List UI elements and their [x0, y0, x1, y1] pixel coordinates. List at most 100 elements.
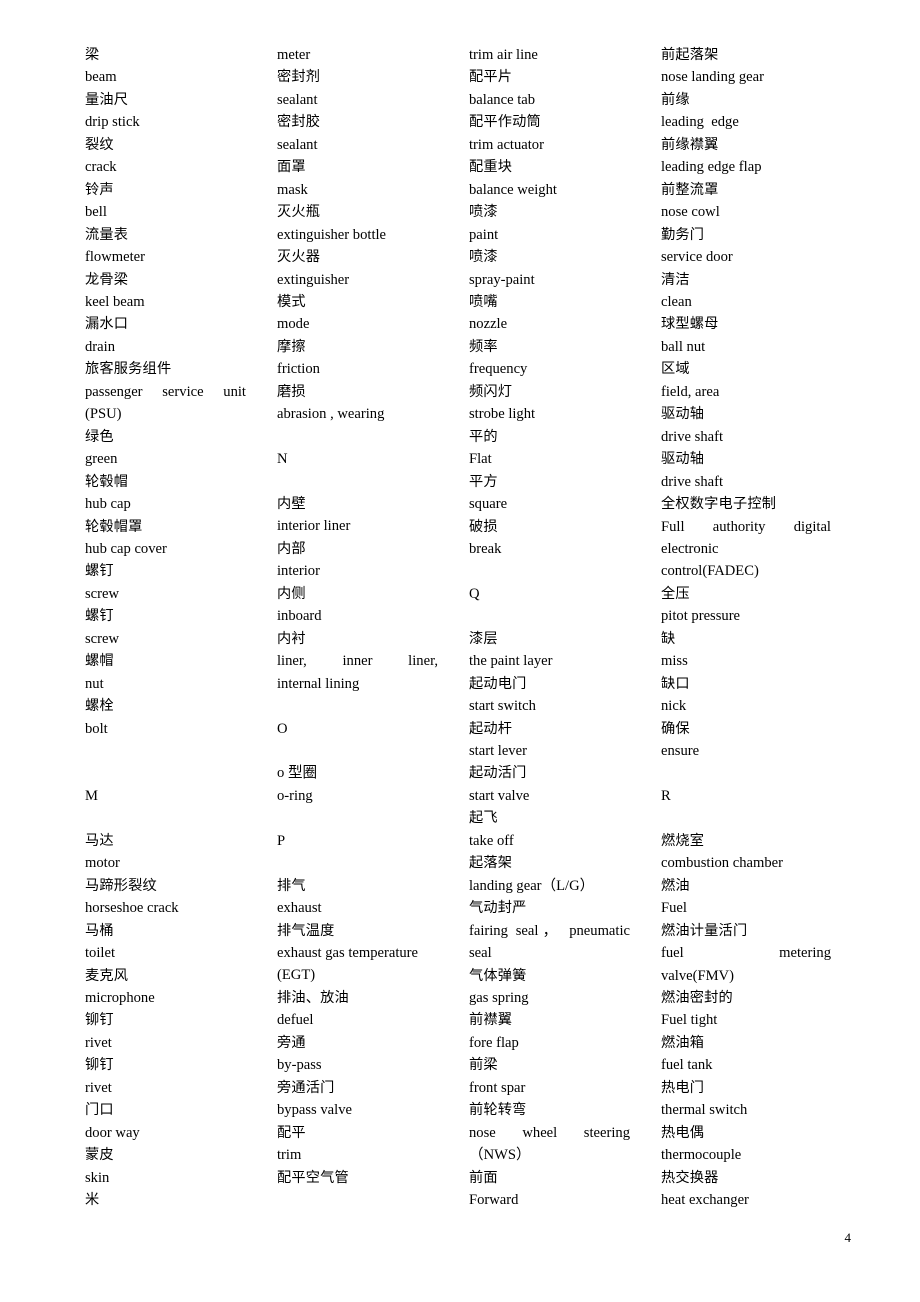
glossary-entry: 旁通活门	[277, 1077, 438, 1099]
term-english: heat exchanger	[661, 1192, 749, 1209]
glossary-entry: nose landing gear	[661, 66, 831, 88]
glossary-entry: leading edge flap	[661, 156, 831, 178]
glossary-entry: green	[85, 448, 246, 470]
glossary-entry: by-pass	[277, 1054, 438, 1076]
term-english: Forward	[469, 1192, 519, 1209]
term-english: Flat	[469, 451, 492, 468]
glossary-entry: 平的	[469, 426, 630, 448]
term-chinese: 配平空气管	[277, 1169, 349, 1186]
section-letter-heading: N	[277, 451, 288, 468]
term-english: nut	[85, 675, 104, 692]
term-chinese: 热电门	[661, 1079, 705, 1096]
glossary-entry: thermocouple	[661, 1144, 831, 1166]
term-chinese: 漆层	[469, 630, 498, 647]
vertical-spacer	[277, 807, 438, 829]
section-letter-heading: O	[277, 720, 288, 737]
term-english: Fuel	[661, 900, 687, 917]
term-english: mode	[277, 316, 310, 333]
glossary-entry: 前轮转弯	[469, 1099, 630, 1121]
term-english: abrasion , wearing	[277, 406, 385, 423]
term-english: Fuel tight	[661, 1012, 718, 1029]
term-chinese: 前轮转弯	[469, 1102, 527, 1119]
glossary-entry: 内衬	[277, 628, 438, 650]
term-chinese: 频率	[469, 338, 498, 355]
term-english: extinguisher bottle	[277, 226, 387, 243]
term-chinese: 配平作动筒	[469, 114, 541, 131]
term-chinese: 旅客服务组件	[85, 361, 172, 378]
glossary-entry: 轮毂帽罩	[85, 516, 246, 538]
glossary-entry: 螺钉	[85, 605, 246, 627]
vertical-spacer	[85, 740, 246, 762]
glossary-entry: 起动杆	[469, 718, 630, 740]
term-english: o-ring	[277, 787, 313, 804]
glossary-entry: 轮毂帽	[85, 471, 246, 493]
glossary-entry: mask	[277, 179, 438, 201]
glossary-entry: 磨损	[277, 381, 438, 403]
vertical-spacer	[277, 740, 438, 762]
term-chinese: 平方	[469, 473, 498, 490]
glossary-entry: sealant	[277, 134, 438, 156]
glossary-entry: motor	[85, 852, 246, 874]
term-english: rivet	[85, 1079, 112, 1096]
vertical-spacer	[277, 852, 438, 874]
glossary-entry: strobe light	[469, 403, 630, 425]
glossary-entry: fuel tank	[661, 1054, 831, 1076]
term-english: ensure	[661, 743, 700, 760]
term-chinese: 气体弹簧	[469, 967, 527, 984]
term-chinese: 球型螺母	[661, 316, 719, 333]
term-chinese: 梁	[85, 47, 100, 63]
term-english: control(FADEC)	[661, 563, 759, 580]
glossary-entry: 燃油计量活门	[661, 920, 831, 942]
term-english: fuel metering	[661, 945, 831, 962]
glossary-entry: 蒙皮	[85, 1144, 246, 1166]
glossary-columns: 梁 beam 量油尺 drip stick 裂纹 crack 铃声 bell 流量表 flowme…	[85, 44, 851, 1212]
glossary-entry: o-ring	[277, 785, 438, 807]
glossary-entry: screw	[85, 628, 246, 650]
glossary-entry: 灭火瓶	[277, 201, 438, 223]
term-english: microphone	[85, 989, 155, 1006]
term-chinese: 破损	[469, 518, 498, 535]
glossary-entry: 破损	[469, 516, 630, 538]
term-english: rivet	[85, 1034, 112, 1051]
term-chinese: 流量表	[85, 226, 129, 243]
term-english: motor	[85, 855, 120, 872]
glossary-entry: 龙骨梁	[85, 269, 246, 291]
glossary-entry: 配平片	[469, 66, 630, 88]
glossary-entry: 驱动轴	[661, 448, 831, 470]
term-english: exhaust	[277, 900, 322, 917]
glossary-entry: toilet	[85, 942, 246, 964]
term-english: (PSU)	[85, 406, 122, 423]
glossary-entry: fore flap	[469, 1032, 630, 1054]
glossary-entry: bolt	[85, 718, 246, 740]
vertical-spacer	[469, 560, 630, 582]
term-english: paint	[469, 226, 499, 243]
term-english: fore flap	[469, 1034, 519, 1051]
glossary-entry: 马达	[85, 830, 246, 852]
glossary-entry: trim air line	[469, 44, 630, 66]
term-english: drive shaft	[661, 428, 724, 445]
term-chinese: 缺	[661, 630, 676, 647]
glossary-entry: 球型螺母	[661, 313, 831, 335]
glossary-entry: break	[469, 538, 630, 560]
glossary-entry: balance tab	[469, 89, 630, 111]
term-english: thermal switch	[661, 1102, 748, 1119]
glossary-entry: ball nut	[661, 336, 831, 358]
term-chinese: 马桶	[85, 922, 114, 939]
glossary-entry: hub cap	[85, 493, 246, 515]
glossary-entry: 门口	[85, 1099, 246, 1121]
glossary-entry: the paint layer	[469, 650, 630, 672]
term-chinese: 清洁	[661, 271, 690, 288]
term-english: clean	[661, 293, 692, 310]
term-chinese: 前缘	[661, 91, 690, 108]
term-english: internal lining	[277, 675, 360, 692]
glossary-entry: 前缘	[661, 89, 831, 111]
term-chinese: 热交换器	[661, 1169, 719, 1186]
term-english: spray-paint	[469, 271, 535, 288]
term-chinese: 轮毂帽	[85, 473, 129, 490]
term-chinese: 确保	[661, 720, 690, 737]
vertical-spacer	[277, 426, 438, 448]
term-chinese: 蒙皮	[85, 1147, 114, 1164]
glossary-entry: 区域	[661, 358, 831, 380]
glossary-entry: leading edge	[661, 111, 831, 133]
glossary-entry: interior liner	[277, 515, 438, 537]
